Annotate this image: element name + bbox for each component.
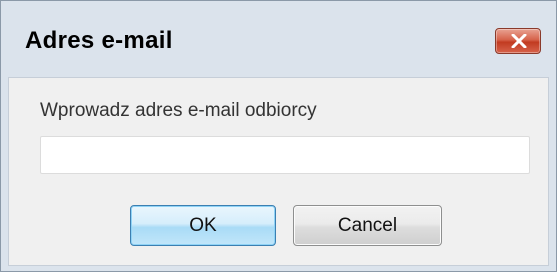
cancel-button[interactable]: Cancel bbox=[293, 205, 442, 246]
ok-button[interactable]: OK bbox=[130, 205, 276, 246]
title-bar[interactable]: Adres e-mail bbox=[1, 1, 556, 77]
dialog-title: Adres e-mail bbox=[25, 27, 173, 54]
close-icon bbox=[511, 34, 527, 48]
email-prompt-label: Wprowadz adres e-mail odbiorcy bbox=[40, 100, 317, 121]
email-input[interactable] bbox=[40, 136, 530, 174]
dialog-body: Wprowadz adres e-mail odbiorcy OK Cancel bbox=[8, 77, 549, 266]
email-dialog-window: Adres e-mail Wprowadz adres e-mail odbio… bbox=[0, 0, 557, 272]
close-button[interactable] bbox=[495, 28, 541, 54]
